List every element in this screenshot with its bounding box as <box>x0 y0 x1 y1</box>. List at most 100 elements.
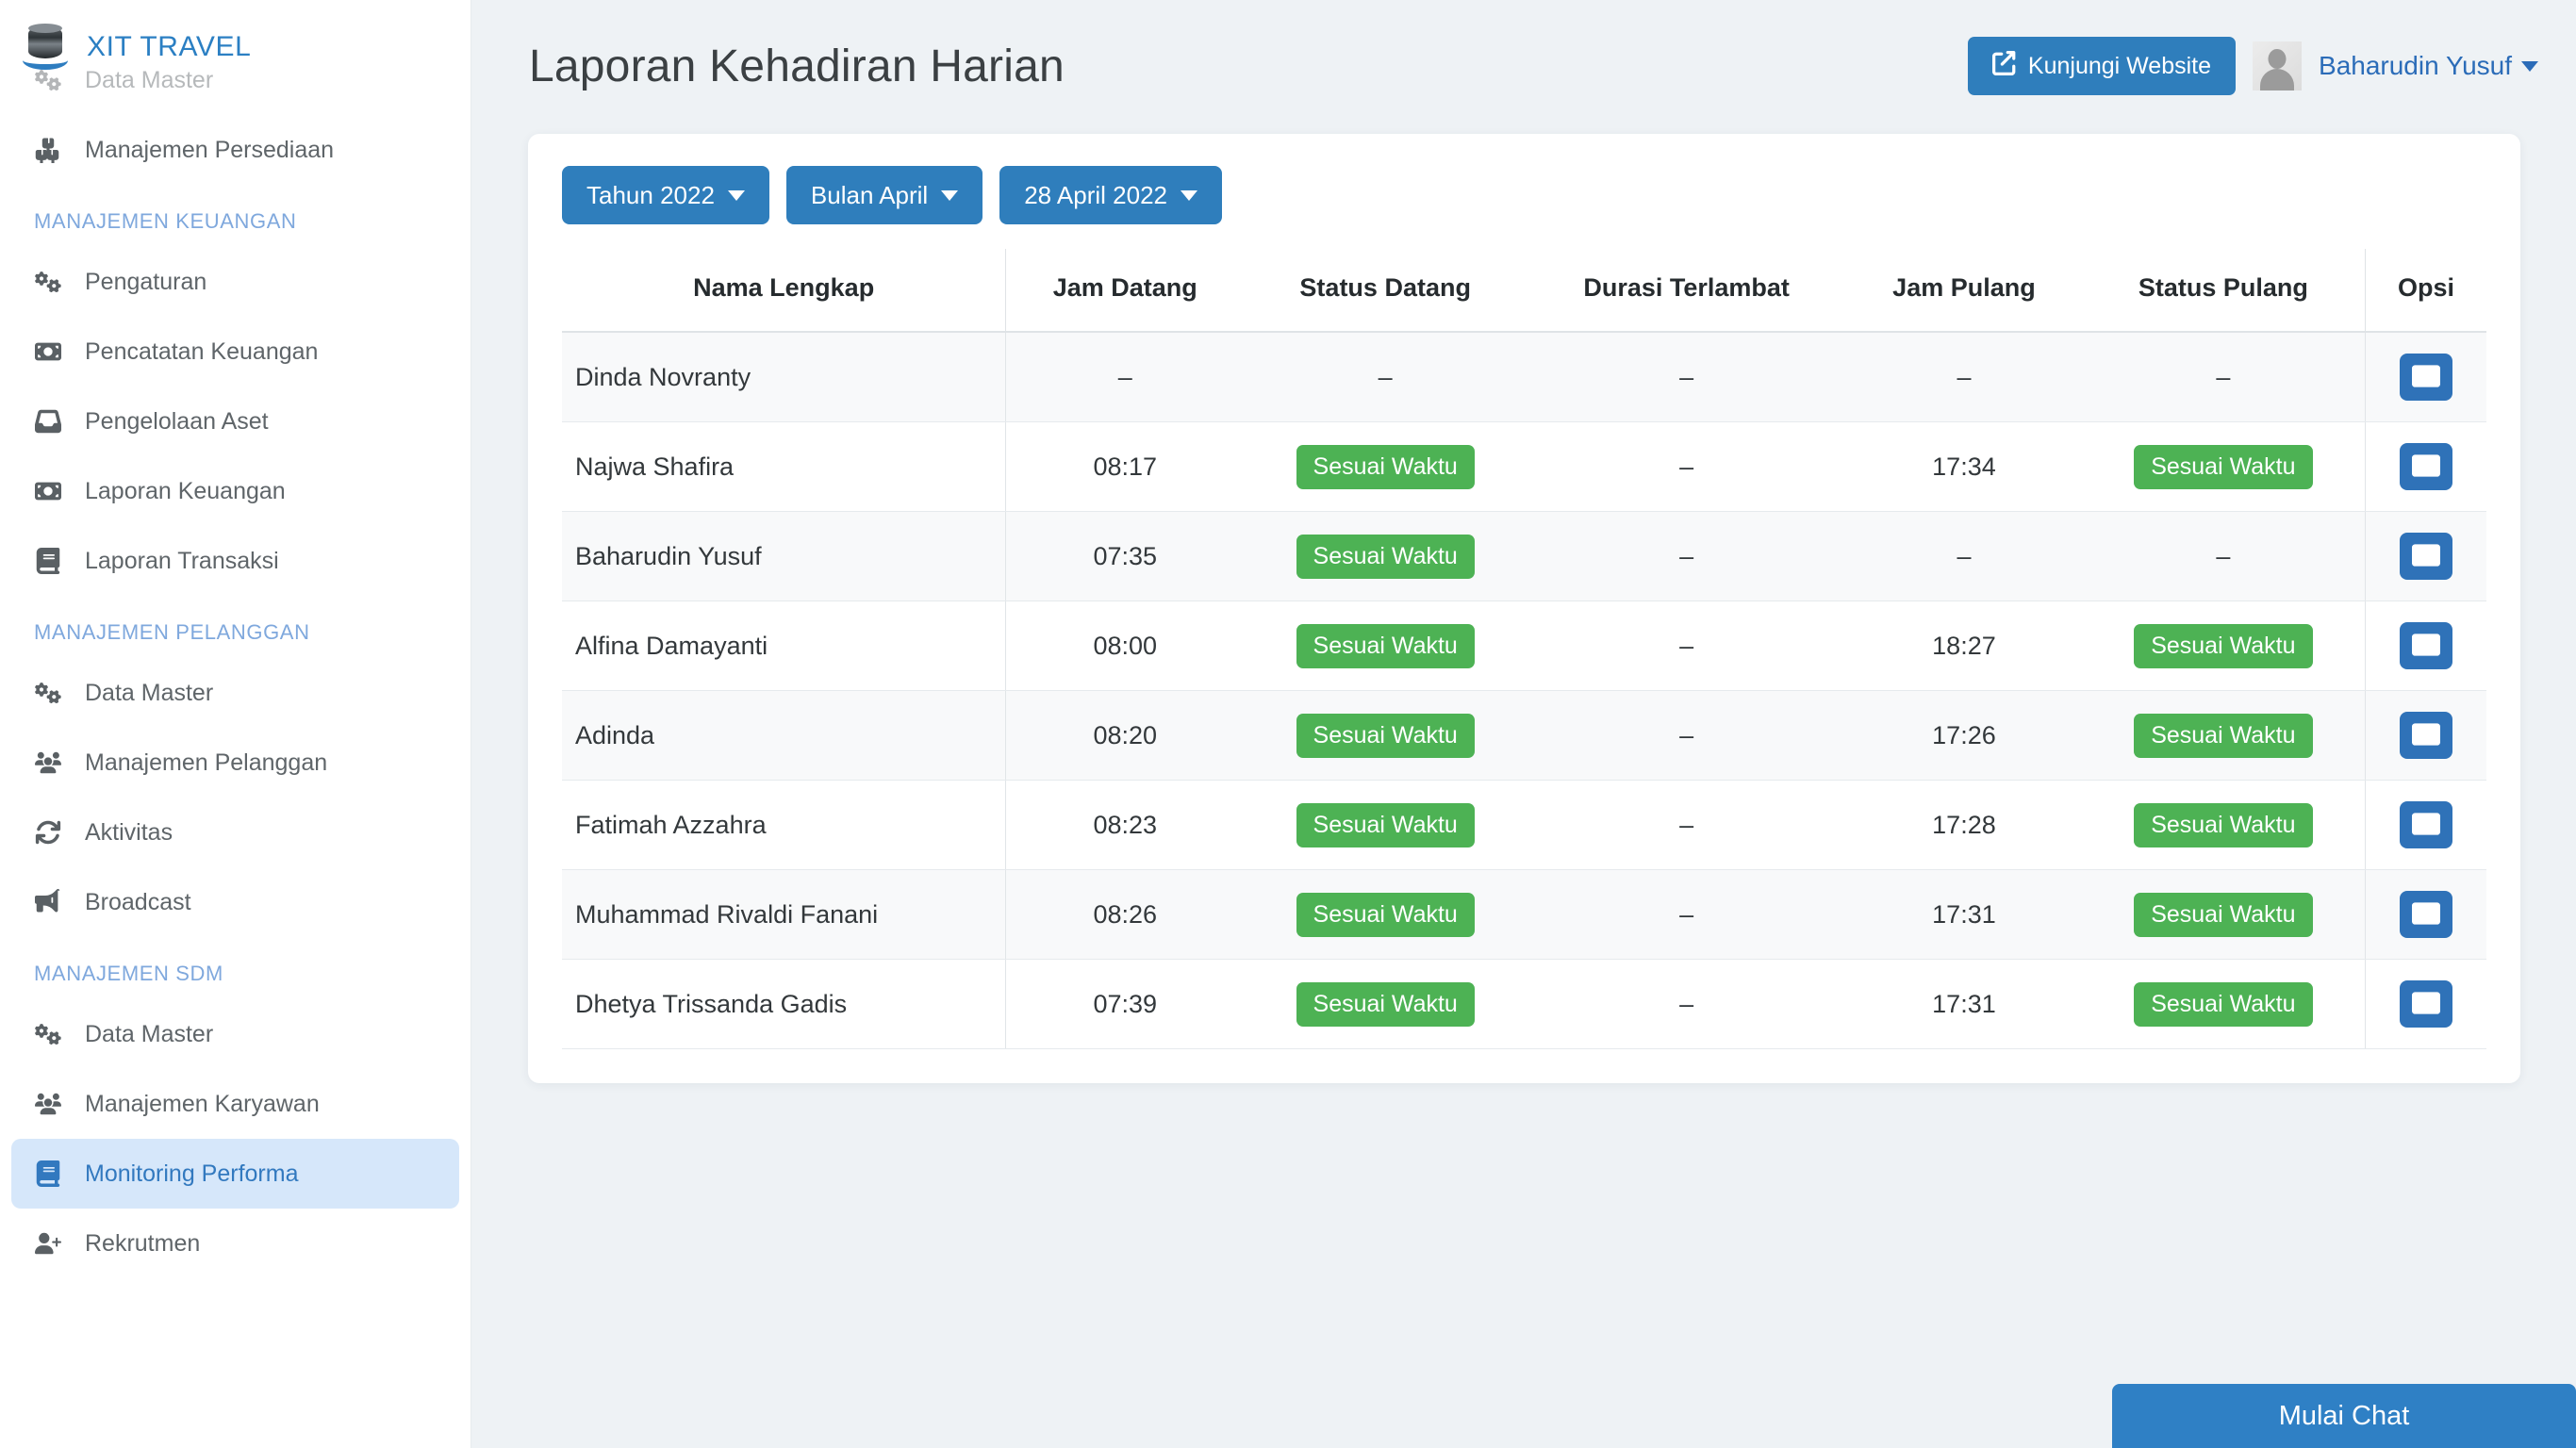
address-card-icon <box>2412 362 2440 393</box>
user-menu[interactable]: Baharudin Yusuf <box>2319 51 2538 81</box>
sidebar-item-rekrutmen[interactable]: Rekrutmen <box>11 1209 459 1278</box>
sidebar-item-label: Broadcast <box>85 889 191 916</box>
status-badge: Sesuai Waktu <box>1296 445 1475 489</box>
table-row: Najwa Shafira08:17Sesuai Waktu–17:34Sesu… <box>562 422 2486 512</box>
visit-website-button[interactable]: Kunjungi Website <box>1968 37 2236 95</box>
cell-nama: Alfina Damayanti <box>562 601 1006 691</box>
status-badge: Sesuai Waktu <box>1296 982 1475 1027</box>
start-chat-button[interactable]: Mulai Chat <box>2112 1384 2576 1448</box>
address-card-icon <box>2412 989 2440 1020</box>
column-header-durasi-terlambat: Durasi Terlambat <box>1527 249 1846 332</box>
cell-jam_pulang: – <box>1846 512 2082 601</box>
sidebar-item-label: Manajemen Persediaan <box>85 137 334 164</box>
cogs-icon <box>32 680 64 706</box>
recycle-icon <box>32 819 64 846</box>
table-row: Dhetya Trissanda Gadis07:39Sesuai Waktu–… <box>562 960 2486 1049</box>
sidebar-item-label: Rekrutmen <box>85 1230 200 1258</box>
status-badge: Sesuai Waktu <box>2134 714 2312 758</box>
cell-jam_pulang: 17:31 <box>1846 960 2082 1049</box>
cell-status_datang: Sesuai Waktu <box>1244 781 1527 870</box>
cell-durasi_terlambat: – <box>1527 332 1846 422</box>
cogs-icon <box>32 269 64 295</box>
cell-opsi <box>2365 870 2486 960</box>
detail-button[interactable] <box>2400 443 2452 490</box>
cell-jam_datang: 08:20 <box>1006 691 1244 781</box>
boxes-icon <box>32 137 64 163</box>
topbar-right: Kunjungi Website Baharudin Yusuf <box>1968 37 2538 95</box>
cell-jam_datang: 08:26 <box>1006 870 1244 960</box>
status-badge: Sesuai Waktu <box>1296 893 1475 937</box>
column-header-jam-datang: Jam Datang <box>1006 249 1244 332</box>
status-badge: Sesuai Waktu <box>1296 535 1475 579</box>
sidebar-item-manajemen-pelanggan[interactable]: Manajemen Pelanggan <box>11 728 459 798</box>
cell-opsi <box>2365 332 2486 422</box>
avatar[interactable] <box>2253 41 2302 90</box>
sidebar-item-pengaturan[interactable]: Pengaturan <box>11 247 459 317</box>
detail-button[interactable] <box>2400 533 2452 580</box>
users-icon <box>32 1091 64 1117</box>
cell-durasi_terlambat: – <box>1527 512 1846 601</box>
status-badge: Sesuai Waktu <box>1296 624 1475 668</box>
sidebar-item-data-master[interactable]: Data Master <box>11 45 459 115</box>
sidebar-item-pengelolaan-aset[interactable]: Pengelolaan Aset <box>11 387 459 456</box>
date-filter[interactable]: 28 April 2022 <box>999 166 1222 224</box>
sidebar-item-label: Data Master <box>85 67 213 94</box>
sidebar-nav: Data MasterManajemen PersediaanMANAJEMEN… <box>0 45 471 1278</box>
cogs-icon <box>32 67 64 93</box>
user-name-label: Baharudin Yusuf <box>2319 51 2512 81</box>
address-card-icon <box>2412 810 2440 841</box>
cell-status_pulang: Sesuai Waktu <box>2082 960 2366 1049</box>
cell-jam_datang: – <box>1006 332 1244 422</box>
filter-label: Bulan April <box>811 181 928 210</box>
cell-jam_pulang: 17:31 <box>1846 870 2082 960</box>
sidebar-item-manajemen-karyawan[interactable]: Manajemen Karyawan <box>11 1069 459 1139</box>
cell-status_pulang: Sesuai Waktu <box>2082 601 2366 691</box>
status-badge: Sesuai Waktu <box>2134 624 2312 668</box>
table-row: Adinda08:20Sesuai Waktu–17:26Sesuai Wakt… <box>562 691 2486 781</box>
sidebar-item-laporan-transaksi[interactable]: Laporan Transaksi <box>11 526 459 596</box>
sidebar-item-label: Manajemen Pelanggan <box>85 749 327 777</box>
cell-status_datang: Sesuai Waktu <box>1244 512 1527 601</box>
sidebar-item-label: Laporan Keuangan <box>85 478 286 505</box>
sidebar-item-pencatatan-keuangan[interactable]: Pencatatan Keuangan <box>11 317 459 387</box>
cell-status_pulang: Sesuai Waktu <box>2082 781 2366 870</box>
cell-nama: Muhammad Rivaldi Fanani <box>562 870 1006 960</box>
cell-status_pulang: – <box>2082 332 2366 422</box>
cell-opsi <box>2365 691 2486 781</box>
sidebar-item-label: Data Master <box>85 680 213 707</box>
sidebar-item-laporan-keuangan[interactable]: Laporan Keuangan <box>11 456 459 526</box>
cell-status_pulang: Sesuai Waktu <box>2082 691 2366 781</box>
status-badge: Sesuai Waktu <box>1296 714 1475 758</box>
detail-button[interactable] <box>2400 801 2452 848</box>
cell-status_datang: Sesuai Waktu <box>1244 960 1527 1049</box>
sidebar-item-data-master[interactable]: Data Master <box>11 999 459 1069</box>
table-row: Alfina Damayanti08:00Sesuai Waktu–18:27S… <box>562 601 2486 691</box>
filter-label: 28 April 2022 <box>1024 181 1167 210</box>
sidebar-item-manajemen-persediaan[interactable]: Manajemen Persediaan <box>11 115 459 185</box>
column-header-status-pulang: Status Pulang <box>2082 249 2366 332</box>
year-filter[interactable]: Tahun 2022 <box>562 166 769 224</box>
detail-button[interactable] <box>2400 354 2452 401</box>
detail-button[interactable] <box>2400 980 2452 1028</box>
cell-opsi <box>2365 960 2486 1049</box>
month-filter[interactable]: Bulan April <box>786 166 983 224</box>
column-header-status-datang: Status Datang <box>1244 249 1527 332</box>
detail-button[interactable] <box>2400 712 2452 759</box>
money-bill-icon <box>32 478 64 504</box>
detail-button[interactable] <box>2400 891 2452 938</box>
table-row: Dinda Novranty––––– <box>562 332 2486 422</box>
cell-jam_pulang: – <box>1846 332 2082 422</box>
sidebar-item-aktivitas[interactable]: Aktivitas <box>11 798 459 867</box>
inbox-icon <box>32 408 64 435</box>
sidebar-item-data-master[interactable]: Data Master <box>11 658 459 728</box>
cell-opsi <box>2365 422 2486 512</box>
users-icon <box>32 749 64 776</box>
cell-nama: Adinda <box>562 691 1006 781</box>
sidebar-item-monitoring-performa[interactable]: Monitoring Performa <box>11 1139 459 1209</box>
status-badge: Sesuai Waktu <box>2134 893 2312 937</box>
detail-button[interactable] <box>2400 622 2452 669</box>
column-header-jam-pulang: Jam Pulang <box>1846 249 2082 332</box>
sidebar: XIT TRAVEL Data MasterManajemen Persedia… <box>0 0 471 1448</box>
sidebar-item-broadcast[interactable]: Broadcast <box>11 867 459 937</box>
cell-status_datang: – <box>1244 332 1527 422</box>
